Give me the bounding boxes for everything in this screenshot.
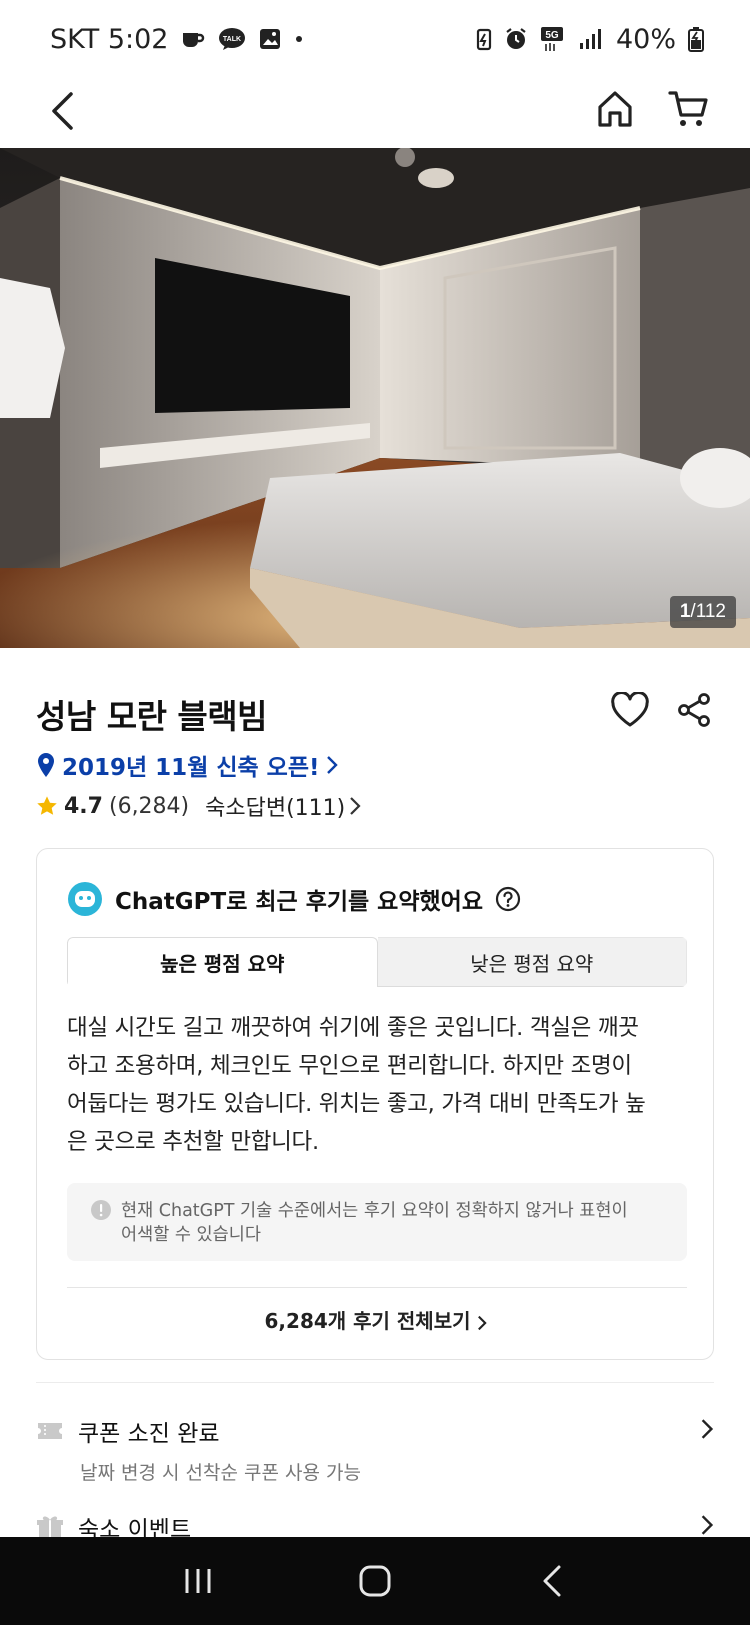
battery-charging-icon bbox=[688, 26, 704, 52]
coupon-row[interactable]: 쿠폰 소진 완료 날짜 변경 시 선착순 쿠폰 사용 가능 bbox=[36, 1414, 714, 1485]
star-icon bbox=[37, 796, 57, 815]
cart-icon bbox=[668, 91, 708, 126]
summary-line: 대실 시간도 길고 깨끗하여 쉬기에 좋은 곳입니다. 객실은 깨끗 bbox=[67, 1015, 639, 1041]
chevron-right-icon bbox=[701, 1515, 714, 1535]
recent-apps-icon bbox=[185, 1569, 211, 1593]
battery-saver-icon bbox=[476, 27, 492, 51]
summary-line: 하고 조용하며, 체크인도 무인으로 편리합니다. 하지만 조명이 bbox=[67, 1053, 632, 1079]
card-divider bbox=[67, 1287, 687, 1288]
status-carrier-time: SKT 5:02 bbox=[50, 23, 169, 55]
rating-row: 4.7 (6,284) 숙소답변(111) bbox=[36, 790, 361, 822]
info-icon bbox=[91, 1200, 111, 1220]
host-reply-label: 숙소답변(111) bbox=[205, 796, 346, 821]
home-system-button[interactable] bbox=[335, 1551, 415, 1611]
notice-line: 어색할 수 있습니다 bbox=[121, 1225, 261, 1245]
location-text: 2019년 11월 신축 오픈! bbox=[62, 755, 320, 781]
help-icon[interactable] bbox=[495, 886, 521, 912]
top-nav bbox=[0, 78, 750, 148]
status-left: SKT 5:02 TALK bbox=[50, 24, 304, 55]
chevron-right-icon bbox=[326, 756, 338, 774]
favorite-button[interactable] bbox=[608, 688, 652, 732]
recent-apps-button[interactable] bbox=[158, 1551, 238, 1611]
home-circle-icon bbox=[359, 1565, 391, 1597]
view-all-reviews-link[interactable]: 6,284개 후기 전체보기 bbox=[37, 1305, 715, 1334]
back-arrow-icon bbox=[543, 1565, 561, 1597]
dot-icon bbox=[294, 34, 304, 44]
tab-low-rating-summary[interactable]: 낮은 평점 요약 bbox=[377, 937, 687, 987]
photo-current: 1 bbox=[679, 601, 691, 622]
share-icon bbox=[678, 693, 710, 727]
rating-score: 4.7 bbox=[64, 793, 103, 819]
back-system-button[interactable] bbox=[512, 1551, 592, 1611]
photo-total: /112 bbox=[690, 601, 726, 622]
ai-disclaimer-notice: 현재 ChatGPT 기술 수준에서는 후기 요약이 정확하지 않거나 표현이 … bbox=[67, 1183, 687, 1261]
location-link[interactable]: 2019년 11월 신축 오픈! bbox=[36, 748, 338, 782]
battery-percent: 40% bbox=[615, 23, 676, 55]
review-summary-card: ChatGPT로 최근 후기를 요약했어요 높은 평점 요약 낮은 평점 요약 … bbox=[36, 848, 714, 1360]
alarm-icon bbox=[504, 27, 528, 51]
system-navigation-bar bbox=[0, 1537, 750, 1625]
share-button[interactable] bbox=[672, 688, 716, 732]
view-all-label: 6,284개 후기 전체보기 bbox=[264, 1309, 471, 1333]
coupon-row-title: 쿠폰 소진 완료 bbox=[36, 1414, 714, 1448]
chatbot-icon bbox=[68, 882, 102, 916]
svg-text:TALK: TALK bbox=[223, 36, 241, 43]
network-5g-icon: 5G bbox=[540, 26, 566, 52]
summary-text: 대실 시간도 길고 깨끗하여 쉬기에 좋은 곳입니다. 객실은 깨끗 하고 조용… bbox=[67, 1009, 687, 1161]
hero-gallery[interactable]: 1/112 bbox=[0, 148, 750, 648]
status-bar: SKT 5:02 TALK 5G 40% bbox=[0, 0, 750, 78]
chevron-right-icon bbox=[350, 797, 361, 815]
chevron-right-icon bbox=[478, 1315, 488, 1330]
host-reply-link[interactable]: 숙소답변(111) bbox=[205, 790, 361, 822]
talk-icon: TALK bbox=[218, 27, 246, 51]
coupon-icon bbox=[38, 1423, 62, 1439]
chevron-left-icon bbox=[52, 92, 73, 130]
review-count: (6,284) bbox=[108, 793, 190, 819]
summary-tabs: 높은 평점 요약 낮은 평점 요약 bbox=[67, 937, 687, 987]
summary-line: 은 곳으로 추천할 만합니다. bbox=[67, 1129, 319, 1155]
location-pin-icon bbox=[38, 753, 54, 777]
room-photo bbox=[0, 148, 750, 648]
photo-counter: 1/112 bbox=[669, 596, 736, 628]
signal-icon bbox=[578, 27, 604, 51]
title-actions bbox=[608, 688, 716, 732]
image-icon bbox=[258, 27, 282, 51]
back-button[interactable] bbox=[40, 86, 84, 136]
cart-button[interactable] bbox=[664, 84, 714, 134]
section-divider bbox=[36, 1382, 714, 1383]
heart-icon bbox=[611, 692, 649, 727]
summary-header: ChatGPT로 최근 후기를 요약했어요 bbox=[67, 881, 521, 917]
coffee-icon bbox=[180, 27, 206, 51]
notice-text: 현재 ChatGPT 기술 수준에서는 후기 요약이 정확하지 않거나 표현이 … bbox=[121, 1199, 628, 1261]
coupon-subtitle: 날짜 변경 시 선착순 쿠폰 사용 가능 bbox=[80, 1462, 361, 1484]
home-icon bbox=[598, 91, 632, 127]
notice-line: 현재 ChatGPT 기술 수준에서는 후기 요약이 정확하지 않거나 표현이 bbox=[121, 1201, 628, 1221]
chevron-right-icon bbox=[701, 1419, 714, 1439]
home-button[interactable] bbox=[590, 84, 640, 134]
summary-line: 어둡다는 평가도 있습니다. 위치는 좋고, 가격 대비 만족도가 높 bbox=[67, 1091, 646, 1117]
summary-title: ChatGPT로 최근 후기를 요약했어요 bbox=[115, 889, 483, 915]
status-right: 5G 40% bbox=[476, 24, 704, 55]
coupon-title: 쿠폰 소진 완료 bbox=[78, 1421, 220, 1447]
svg-text:5G: 5G bbox=[545, 30, 559, 41]
tab-high-rating-summary[interactable]: 높은 평점 요약 bbox=[67, 937, 378, 987]
